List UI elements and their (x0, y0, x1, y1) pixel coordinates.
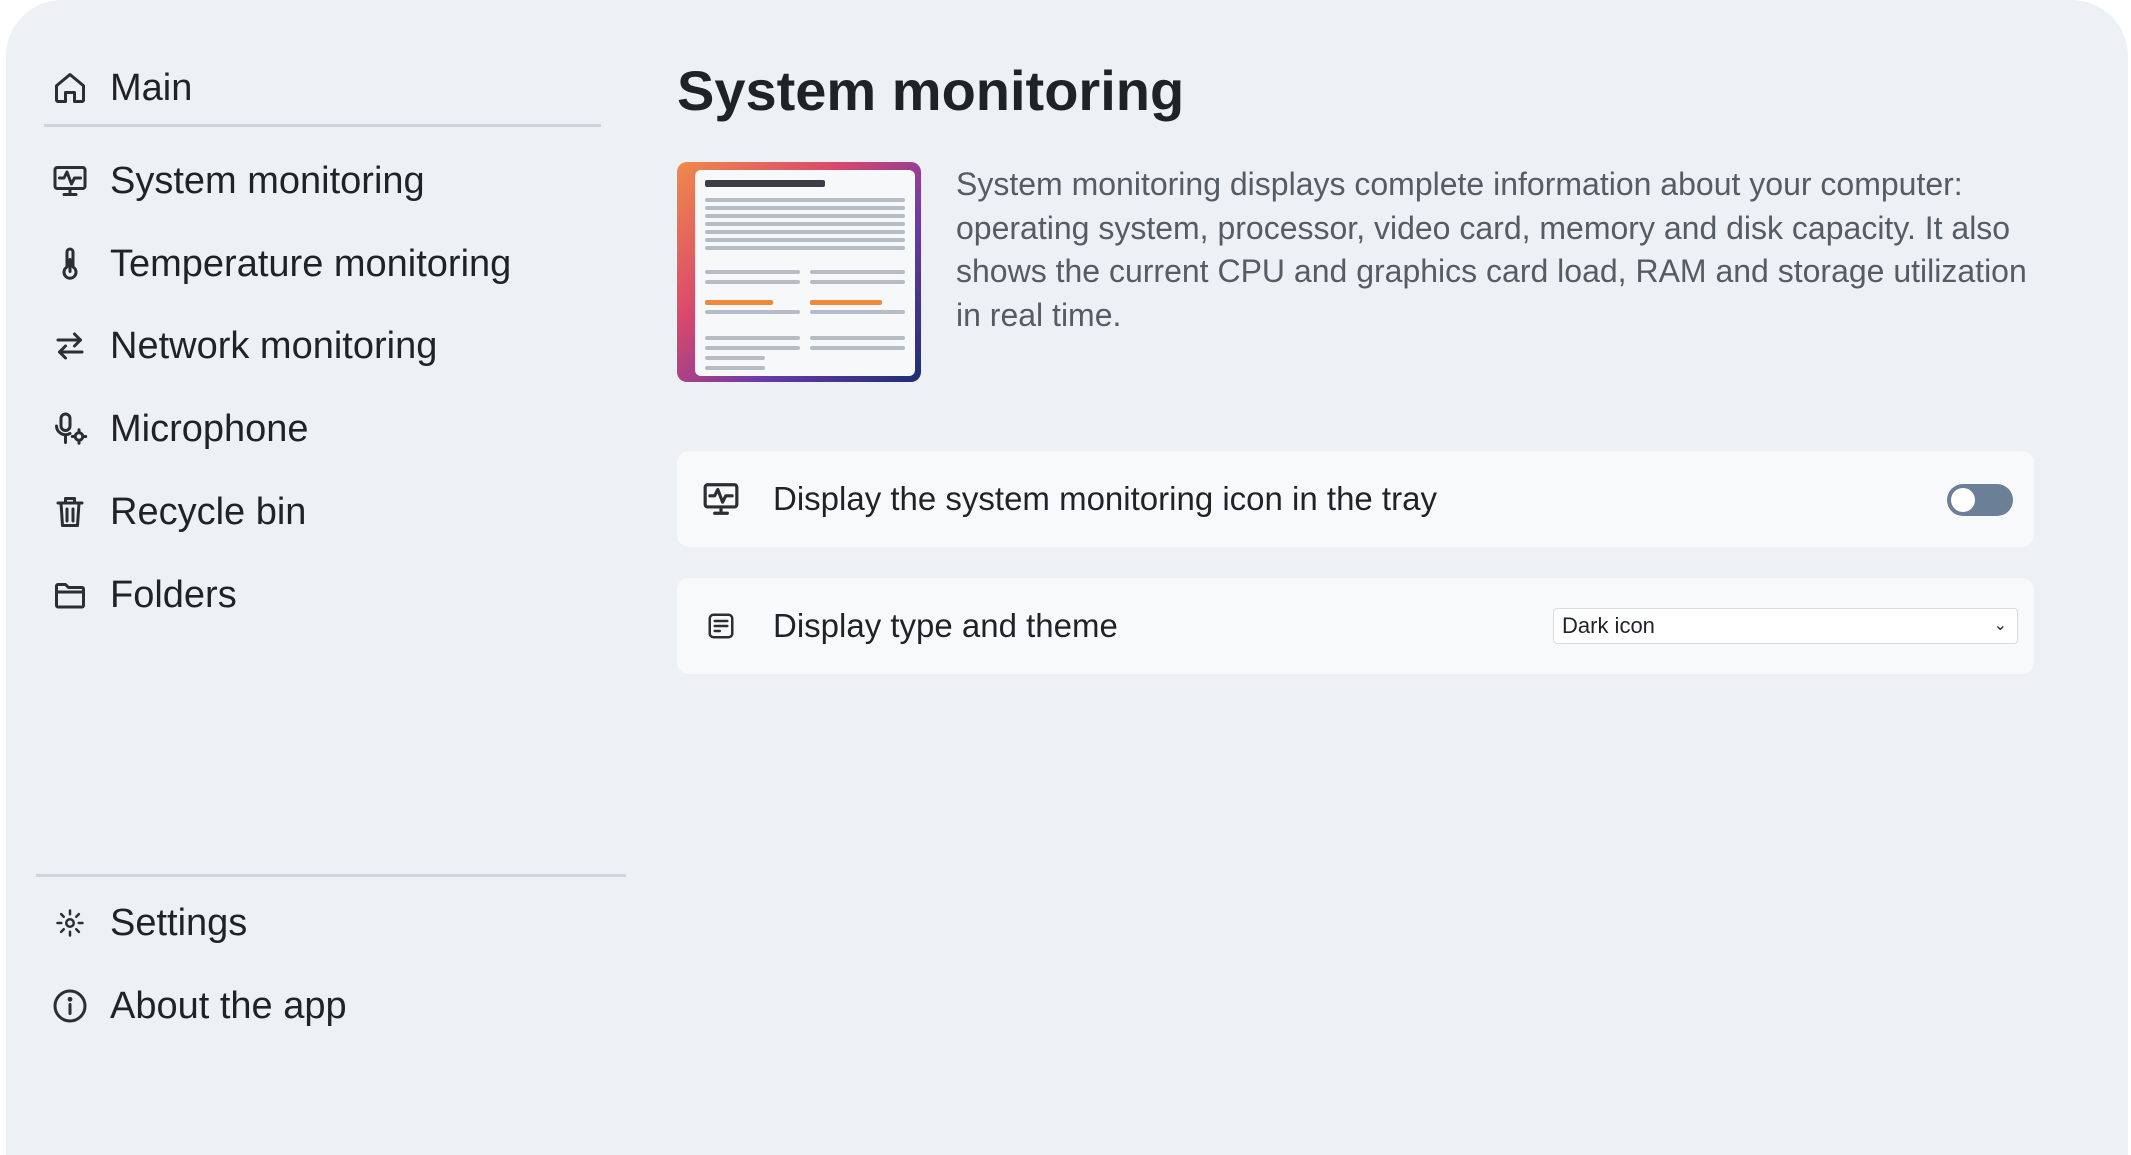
sidebar-item-label: Microphone (110, 407, 309, 450)
gear-icon (50, 903, 90, 943)
select-value: Dark icon (1562, 613, 1655, 638)
sidebar-divider (44, 124, 601, 127)
sidebar-item-label: Network monitoring (110, 324, 438, 367)
setting-label: Display type and theme (773, 607, 1118, 644)
info-icon (50, 986, 90, 1026)
app-window: Main System monitoring Temperature monit… (6, 0, 2128, 1155)
sidebar-divider-bottom (36, 874, 626, 877)
display-panel-icon (701, 606, 741, 646)
sidebar-item-network-monitoring[interactable]: Network monitoring (50, 316, 437, 376)
sidebar-item-main[interactable]: Main (50, 58, 192, 118)
preview-image (677, 162, 921, 382)
microphone-settings-icon (50, 409, 90, 449)
toggle-knob (1951, 488, 1975, 512)
home-icon (50, 68, 90, 108)
thermometer-icon (50, 244, 90, 284)
sidebar-item-label: About the app (110, 984, 347, 1027)
arrows-exchange-icon (50, 326, 90, 366)
display-type-select[interactable]: Dark icon ⌄ (1553, 608, 2018, 644)
monitor-pulse-icon (50, 161, 90, 201)
trash-icon (50, 492, 90, 532)
chevron-down-icon: ⌄ (1993, 617, 2007, 634)
monitor-pulse-icon (701, 479, 741, 519)
setting-label: Display the system monitoring icon in th… (773, 480, 1437, 517)
sidebar-item-recycle-bin[interactable]: Recycle bin (50, 482, 306, 542)
setting-tray-icon: Display the system monitoring icon in th… (677, 451, 2034, 547)
sidebar-item-label: System monitoring (110, 159, 425, 202)
sidebar-item-label: Temperature monitoring (110, 242, 512, 285)
sidebar-item-system-monitoring[interactable]: System monitoring (50, 151, 425, 211)
page-description: System monitoring displays complete info… (956, 166, 2027, 333)
sidebar-item-label: Folders (110, 573, 237, 616)
tray-icon-toggle[interactable] (1947, 484, 2013, 516)
sidebar-item-temperature-monitoring[interactable]: Temperature monitoring (50, 234, 511, 294)
sidebar-item-settings[interactable]: Settings (50, 893, 247, 953)
page-title: System monitoring (677, 59, 1185, 122)
sidebar-item-label: Settings (110, 901, 248, 944)
folder-icon (50, 575, 90, 615)
setting-display-type: Display type and theme Dark icon ⌄ (677, 578, 2034, 674)
sidebar-item-microphone[interactable]: Microphone (50, 399, 309, 459)
sidebar-item-folders[interactable]: Folders (50, 565, 237, 625)
sidebar-item-label: Main (110, 66, 193, 109)
sidebar-item-label: Recycle bin (110, 490, 307, 533)
sidebar-item-about[interactable]: About the app (50, 976, 347, 1036)
